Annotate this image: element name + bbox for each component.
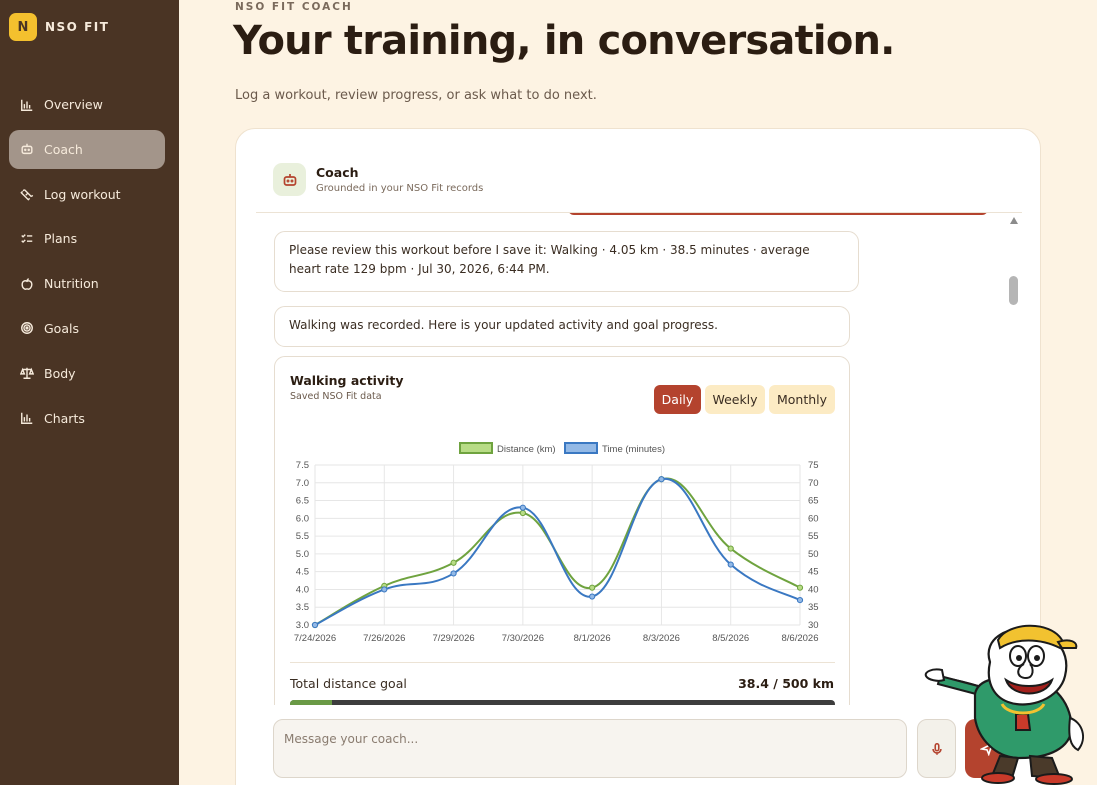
page-title: Your training, in conversation. (233, 18, 895, 64)
y-left-tick-label: 7.5 (296, 460, 309, 471)
coach-message: Walking was recorded. Here is your updat… (274, 306, 850, 347)
data-point (658, 476, 665, 483)
data-point (589, 584, 596, 591)
y-right-tick-label: 55 (808, 531, 819, 542)
range-daily-button[interactable]: Daily (654, 385, 701, 414)
page-eyebrow: NSO FIT COACH (235, 1, 353, 13)
data-point (311, 621, 319, 629)
y-right-tick-label: 60 (808, 513, 819, 524)
x-tick-label: 7/24/2026 (294, 633, 336, 644)
activity-card: Walking activity Saved NSO Fit data Dail… (274, 356, 850, 705)
sidebar-item-label: Plans (44, 231, 78, 247)
message-input[interactable] (273, 719, 907, 778)
sidebar-item-body[interactable]: Body (9, 354, 165, 393)
brand[interactable]: N NSO FIT (9, 13, 109, 41)
range-monthly-button[interactable]: Monthly (769, 385, 835, 414)
goal-label: Total distance goal (290, 676, 407, 691)
y-left-tick-label: 5.0 (296, 549, 309, 560)
data-point (727, 545, 734, 552)
apple-icon (19, 276, 34, 291)
scrollbar-thumb[interactable] (1009, 276, 1018, 305)
sidebar-item-label: Charts (44, 410, 85, 426)
data-point (519, 504, 526, 511)
bar-chart-icon (19, 97, 34, 112)
robot-icon (19, 142, 34, 157)
robot-icon (273, 163, 306, 196)
y-left-tick-label: 6.5 (296, 496, 309, 507)
goal-value: 38.4 / 500 km (738, 676, 834, 691)
y-right-tick-label: 70 (808, 478, 819, 489)
y-left-tick-label: 7.0 (296, 478, 309, 489)
x-tick-label: 7/26/2026 (363, 633, 405, 644)
data-point (450, 559, 457, 566)
scroll-up-arrow[interactable] (1010, 217, 1018, 224)
y-left-tick-label: 4.0 (296, 584, 309, 595)
legend-swatch (459, 442, 493, 454)
coach-name: Coach (316, 165, 359, 180)
sidebar-item-coach[interactable]: Coach (9, 129, 165, 169)
x-tick-label: 8/1/2026 (574, 633, 611, 644)
brand-logo: N (9, 13, 37, 41)
data-point (796, 584, 804, 591)
y-right-tick-label: 50 (808, 549, 819, 560)
coach-header: Coach Grounded in your NSO Fit records (273, 163, 483, 196)
data-point (589, 593, 596, 600)
y-left-tick-label: 3.0 (296, 620, 309, 631)
sidebar-item-label: Nutrition (44, 276, 99, 292)
legend-swatch (564, 442, 598, 454)
y-right-tick-label: 35 (808, 602, 819, 613)
y-left-tick-label: 4.5 (296, 567, 309, 578)
range-weekly-button[interactable]: Weekly (705, 385, 765, 414)
data-point (519, 509, 526, 517)
y-right-tick-label: 40 (808, 584, 819, 595)
mascot-character[interactable] (920, 618, 1097, 785)
y-right-tick-label: 65 (808, 496, 819, 507)
scale-icon (19, 366, 34, 381)
brand-name: NSO FIT (45, 20, 110, 34)
activity-card-subtitle: Saved NSO Fit data (290, 391, 382, 402)
y-left-tick-label: 3.5 (296, 602, 309, 613)
sidebar-item-label: Log workout (44, 186, 121, 202)
sidebar-item-plans[interactable]: Plans (9, 219, 165, 258)
activity-card-title: Walking activity (290, 373, 404, 388)
data-point (727, 561, 734, 568)
y-right-tick-label: 45 (808, 567, 819, 578)
previous-message-bubble (568, 213, 988, 215)
data-point (381, 586, 388, 593)
x-tick-label: 7/30/2026 (502, 633, 544, 644)
sidebar-item-charts[interactable]: Charts (9, 399, 165, 438)
coach-subtitle: Grounded in your NSO Fit records (316, 183, 484, 194)
data-point (796, 597, 804, 604)
y-right-tick-label: 75 (808, 460, 819, 471)
legend-label: Distance (km) (497, 444, 556, 455)
y-left-tick-label: 6.0 (296, 513, 309, 524)
sidebar-item-label: Body (44, 365, 76, 381)
sidebar-item-goals[interactable]: Goals (9, 309, 165, 348)
x-tick-label: 7/29/2026 (432, 633, 474, 644)
target-icon (19, 321, 34, 336)
y-left-tick-label: 5.5 (296, 531, 309, 542)
coach-message: Please review this workout before I save… (274, 231, 859, 292)
sidebar-item-label: Goals (44, 320, 79, 336)
dumbbell-icon (19, 187, 34, 202)
x-tick-label: 8/3/2026 (643, 633, 680, 644)
sidebar-item-overview[interactable]: Overview (9, 85, 165, 124)
sidebar: N NSO FIT Overview Coach Log workout Pla… (0, 0, 179, 785)
y-right-tick-label: 30 (808, 620, 819, 631)
x-tick-label: 8/5/2026 (712, 633, 749, 644)
walking-activity-chart: 3.0 3.5 4.0 4.5 5.0 5.5 6.0 6.5 7.0 7.5 30 35 40 45 50… (294, 442, 819, 644)
sidebar-item-label: Coach (44, 141, 83, 157)
sidebar-item-label: Overview (44, 97, 103, 112)
sidebar-item-log-workout[interactable]: Log workout (9, 175, 165, 214)
sidebar-nav: Overview Coach Log workout Plans Nutriti… (9, 85, 165, 443)
data-point (450, 570, 457, 577)
legend-label: Time (minutes) (602, 444, 665, 455)
bar-chart-icon (19, 411, 34, 426)
goal-divider (290, 662, 835, 663)
x-tick-label: 8/6/2026 (782, 633, 819, 644)
sidebar-item-nutrition[interactable]: Nutrition (9, 264, 165, 303)
checklist-icon (19, 231, 34, 246)
message-list[interactable]: Please review this workout before I save… (256, 213, 1022, 705)
page-subtitle: Log a workout, review progress, or ask w… (235, 88, 597, 103)
